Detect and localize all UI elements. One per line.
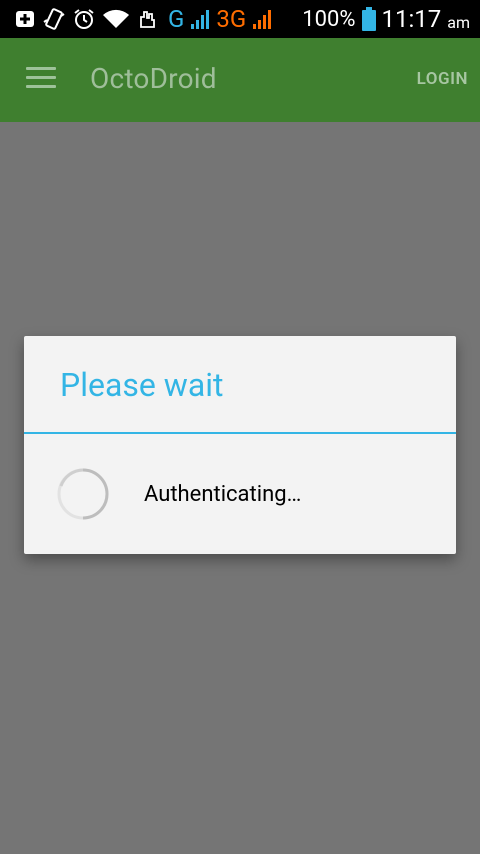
clock-time: 11:17: [381, 5, 442, 33]
alarm-icon: [72, 7, 96, 31]
dialog-divider: [24, 432, 456, 434]
network-3g-label: 3G: [216, 5, 247, 33]
menu-icon[interactable]: [26, 67, 58, 91]
battery-percent: 100%: [302, 6, 356, 32]
data-hand-icon: [136, 7, 160, 31]
network-g-label: G: [168, 5, 185, 33]
vibrate-icon: [42, 7, 66, 31]
clock-ampm: am: [447, 12, 470, 32]
add-box-icon: [14, 7, 36, 31]
dialog-message: Authenticating…: [144, 482, 302, 507]
progress-dialog: Please wait Authenticating…: [24, 336, 456, 554]
status-icons: G 3G: [14, 0, 272, 38]
wifi-icon: [102, 7, 130, 31]
battery-icon: [361, 7, 376, 31]
app-title: OctoDroid: [90, 62, 217, 95]
app-bar: OctoDroid LOGIN: [0, 38, 480, 122]
login-button[interactable]: LOGIN: [417, 69, 468, 89]
signal-icon-1: [190, 7, 210, 31]
status-bar: G 3G 100% 11:17 am: [0, 0, 480, 38]
signal-icon-2: [252, 7, 272, 31]
dialog-title: Please wait: [60, 366, 224, 404]
loading-spinner-icon: [56, 467, 110, 521]
status-right: 100% 11:17 am: [302, 0, 470, 38]
